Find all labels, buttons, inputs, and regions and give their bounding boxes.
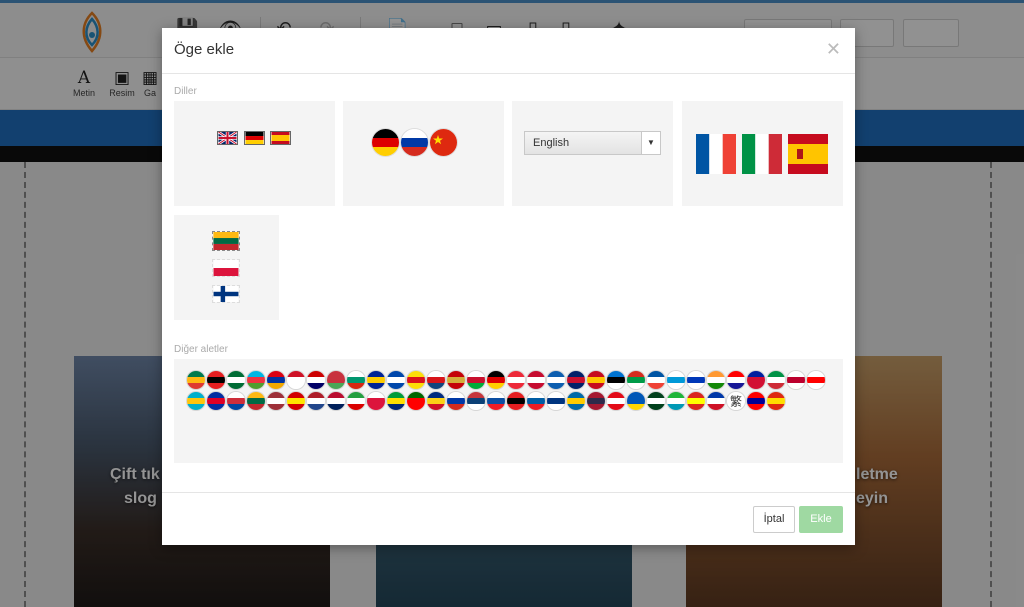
greece-flag-icon[interactable]: [547, 371, 565, 389]
india-flag-icon[interactable]: [707, 371, 725, 389]
poland-flag-icon: [212, 259, 240, 277]
italy-flag-icon[interactable]: [767, 371, 785, 389]
finland-flag-icon[interactable]: [547, 392, 565, 410]
section-label-languages: Diller: [174, 86, 197, 97]
denmark-flag-icon[interactable]: [527, 371, 545, 389]
bulgaria-flag-icon[interactable]: [347, 371, 365, 389]
georgia-flag-icon[interactable]: [807, 371, 825, 389]
slovakia-flag-icon[interactable]: [487, 392, 505, 410]
spain-flag-icon[interactable]: [587, 371, 605, 389]
language-widget-round-flags[interactable]: [343, 101, 504, 206]
galicia-flag-icon[interactable]: [667, 371, 685, 389]
ukraine-flag-icon[interactable]: [627, 392, 645, 410]
finland-flag-icon: [212, 285, 240, 303]
el-salvador-flag-icon[interactable]: [387, 371, 405, 389]
add-button[interactable]: Ekle: [799, 506, 843, 533]
dialog-title: Öge ekle: [174, 41, 235, 58]
germany-flag-icon: [372, 129, 399, 156]
portugal-flag-icon[interactable]: [407, 392, 425, 410]
montenegro-flag-icon[interactable]: [447, 371, 465, 389]
germany-flag-icon[interactable]: [487, 371, 505, 389]
uk-flag-icon: [217, 131, 238, 145]
serbia-flag-icon[interactable]: [467, 392, 485, 410]
saudi-arabia-flag-icon[interactable]: [227, 371, 245, 389]
svg-text:繁: 繁: [730, 394, 742, 409]
latvia-flag-icon[interactable]: [267, 392, 285, 410]
pakistan-flag-icon[interactable]: [647, 392, 665, 410]
turkey-flag-icon[interactable]: [607, 392, 625, 410]
poland-flag-icon[interactable]: [367, 392, 385, 410]
taiwan-flag-icon[interactable]: [747, 392, 765, 410]
language-widget-large-flags[interactable]: [682, 101, 843, 206]
catalonia-flag-icon[interactable]: [407, 371, 425, 389]
china-flag-icon: [430, 129, 457, 156]
philippines-flag-icon[interactable]: [707, 392, 725, 410]
czechia-flag-icon[interactable]: [427, 371, 445, 389]
armenia-flag-icon[interactable]: [267, 371, 285, 389]
language-select[interactable]: English ▼: [524, 131, 661, 155]
cambodia-flag-icon[interactable]: [207, 392, 225, 410]
kazakhstan-flag-icon[interactable]: [187, 392, 205, 410]
uk-flag-icon[interactable]: [567, 371, 585, 389]
slovenia-flag-icon[interactable]: [527, 392, 545, 410]
uzbekistan-flag-icon[interactable]: [667, 392, 685, 410]
flag-grid: 繁: [174, 359, 843, 463]
vietnam-flag-icon[interactable]: [687, 392, 705, 410]
lithuania-flag-icon: [212, 231, 240, 251]
language-widget-small-flags[interactable]: [174, 101, 335, 206]
wales-flag-icon[interactable]: [467, 371, 485, 389]
add-element-dialog: Öge ekle ✕ Diller English ▼ Diğer aletle…: [162, 28, 855, 545]
albania-2-flag-icon[interactable]: [507, 392, 525, 410]
albania-flag-icon[interactable]: [207, 371, 225, 389]
japan-flag-icon[interactable]: [787, 371, 805, 389]
bosnia-flag-icon[interactable]: [367, 371, 385, 389]
sweden-flag-icon[interactable]: [567, 392, 585, 410]
spain-flag-icon: [788, 134, 828, 174]
norway-flag-icon[interactable]: [327, 392, 345, 410]
belarus-flag-icon[interactable]: [327, 371, 345, 389]
germany-flag-icon: [244, 131, 265, 145]
macedonia-flag-icon[interactable]: [287, 392, 305, 410]
estonia-flag-icon[interactable]: [607, 371, 625, 389]
russia-flag-icon: [401, 129, 428, 156]
dialog-footer-divider: [162, 492, 855, 493]
dialog-header: Öge ekle ✕: [162, 28, 855, 74]
italy-flag-icon: [742, 134, 782, 174]
france-flag-icon: [696, 134, 736, 174]
israel-flag-icon[interactable]: [687, 371, 705, 389]
traditional-chinese-flag-icon[interactable]: 繁: [727, 392, 745, 410]
language-select-value: English: [533, 137, 570, 149]
lithuania-flag-icon[interactable]: [247, 392, 265, 410]
language-widget-vertical-flags[interactable]: [174, 215, 279, 320]
russia-flag-icon[interactable]: [447, 392, 465, 410]
close-icon[interactable]: ✕: [826, 40, 841, 58]
thailand-flag-icon[interactable]: [587, 392, 605, 410]
indonesia-flag-icon[interactable]: [287, 371, 305, 389]
france-flag-icon[interactable]: [647, 371, 665, 389]
cancel-button[interactable]: İptal: [753, 506, 795, 533]
china-flag-icon[interactable]: [767, 392, 785, 410]
basque-flag-icon[interactable]: [627, 371, 645, 389]
brazil-flag-icon[interactable]: [387, 392, 405, 410]
chevron-down-icon: ▼: [641, 132, 660, 154]
section-label-other-tools: Diğer aletler: [174, 344, 228, 355]
croatia-flag-icon[interactable]: [727, 371, 745, 389]
austria-flag-icon[interactable]: [507, 371, 525, 389]
south-africa-flag-icon[interactable]: [187, 371, 205, 389]
south-korea-flag-icon[interactable]: [227, 392, 245, 410]
malaysia-flag-icon[interactable]: [307, 371, 325, 389]
romania-flag-icon[interactable]: [427, 392, 445, 410]
iran-flag-icon[interactable]: [347, 392, 365, 410]
azerbaijan-flag-icon[interactable]: [247, 371, 265, 389]
spain-flag-icon: [270, 131, 291, 145]
haiti-flag-icon[interactable]: [747, 371, 765, 389]
netherlands-flag-icon[interactable]: [307, 392, 325, 410]
language-widget-dropdown[interactable]: English ▼: [512, 101, 673, 206]
